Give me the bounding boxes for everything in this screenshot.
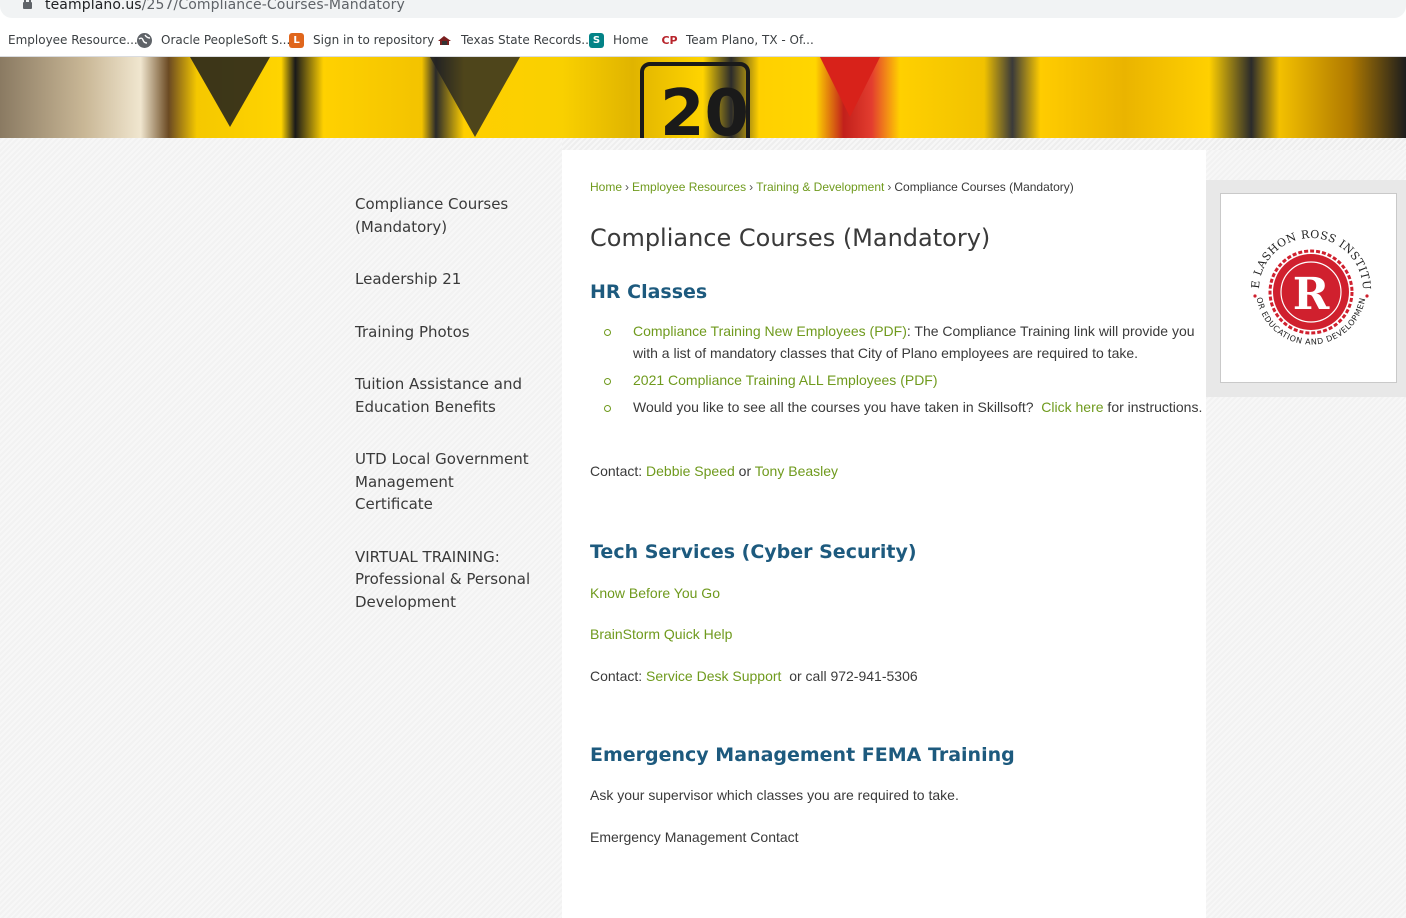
sidebar-item-training-photos[interactable]: Training Photos [355, 321, 555, 344]
hr-classes-list: Compliance Training New Employees (PDF):… [604, 320, 1204, 423]
header-banner-image: 20 [0, 57, 1406, 138]
bookmark-label: Employee Resource... [8, 33, 138, 47]
globe-icon [137, 32, 152, 48]
road-sign-shape [190, 57, 270, 127]
bookmark-label: Sign in to repository [313, 33, 435, 47]
brainstorm-row: BrainStorm Quick Help [590, 623, 732, 645]
bookmarks-bar: Employee Resource... Oracle PeopleSoft S… [0, 24, 1406, 57]
sidebar-item-compliance-courses[interactable]: Compliance Courses (Mandatory) [355, 193, 525, 238]
url-text[interactable]: teamplano.us/257/Compliance-Courses-Mand… [45, 0, 405, 13]
section-heading-hr-classes: HR Classes [590, 281, 708, 303]
contact-tony-beasley-link[interactable]: Tony Beasley [755, 463, 838, 479]
speed-limit-number: 20 [660, 77, 750, 138]
seal-letter: R [1293, 269, 1330, 320]
breadcrumb-training-link[interactable]: Training & Development [756, 180, 884, 194]
breadcrumb: Home › Employee Resources › Training & Devel… [590, 180, 1074, 194]
bookmark-label: Oracle PeopleSoft S... [161, 33, 291, 47]
bookmark-label: Team Plano, TX - Of... [686, 33, 814, 47]
list-item: Would you like to see all the courses yo… [604, 396, 1204, 418]
bookmark-home[interactable]: S Home [589, 30, 648, 50]
sidebar-item-utd-certificate[interactable]: UTD Local Government Management Certific… [355, 448, 535, 516]
main-content: Home › Employee Resources › Training & Devel… [562, 150, 1206, 918]
page-body: Compliance Courses (Mandatory) Leadershi… [0, 138, 1406, 918]
section-heading-fema: Emergency Management FEMA Training [590, 744, 1015, 766]
page-title: Compliance Courses (Mandatory) [590, 224, 991, 252]
road-sign-shape [430, 57, 520, 137]
sidebar-item-leadership-21[interactable]: Leadership 21 [355, 268, 555, 291]
yield-sign-shape [820, 57, 880, 117]
cp-logo-icon: CP [661, 33, 678, 47]
know-before-you-go-link[interactable]: Know Before You Go [590, 585, 720, 601]
emergency-management-contact: Emergency Management Contact [590, 829, 799, 845]
divider-strip [562, 138, 1406, 150]
bookmark-oracle-peoplesoft[interactable]: Oracle PeopleSoft S... [137, 30, 290, 50]
tech-contact-line: Contact: Service Desk Support or call 97… [590, 668, 918, 684]
hr-contact-line: Contact: Debbie Speed or Tony Beasley [590, 463, 839, 479]
brainstorm-quick-help-link[interactable]: BrainStorm Quick Help [590, 626, 732, 642]
breadcrumb-employee-resources-link[interactable]: Employee Resources [632, 180, 746, 194]
compliance-all-employees-pdf-link[interactable]: 2021 Compliance Training ALL Employees (… [633, 372, 938, 388]
breadcrumb-home-link[interactable]: Home [590, 180, 622, 194]
seal-icon: R THE LASHON ROSS INSTITUTE FOR EDUCATIO… [1241, 212, 1373, 347]
section-heading-tech-services: Tech Services (Cyber Security) [590, 541, 917, 563]
bookmark-label: Texas State Records... [461, 33, 593, 47]
list-item: Compliance Training New Employees (PDF):… [604, 320, 1204, 364]
bookmark-employee-resources[interactable]: Employee Resource... [8, 30, 138, 50]
sharepoint-icon: S [589, 32, 604, 48]
bookmark-sign-in-repository[interactable]: L Sign in to repository [289, 30, 434, 50]
address-bar[interactable]: teamplano.us/257/Compliance-Courses-Mand… [0, 0, 1406, 22]
right-sidebar: R THE LASHON ROSS INSTITUTE FOR EDUCATIO… [1206, 180, 1406, 397]
list-item: 2021 Compliance Training ALL Employees (… [604, 369, 1204, 391]
bookmark-team-plano[interactable]: CP Team Plano, TX - Of... [661, 30, 814, 50]
fema-text: Ask your supervisor which classes you ar… [590, 787, 959, 803]
know-before-you-go-row: Know Before You Go [590, 582, 720, 604]
contact-debbie-speed-link[interactable]: Debbie Speed [646, 463, 735, 479]
breadcrumb-current: Compliance Courses (Mandatory) [894, 180, 1074, 194]
sidebar-item-virtual-training[interactable]: VIRTUAL TRAINING: Professional & Persona… [355, 546, 545, 614]
compliance-new-employees-pdf-link[interactable]: Compliance Training New Employees (PDF) [633, 323, 907, 339]
texas-records-icon [437, 33, 452, 48]
lock-icon[interactable] [23, 0, 32, 9]
sidebar-item-tuition-assistance[interactable]: Tuition Assistance and Education Benefit… [355, 373, 535, 418]
click-here-link[interactable]: Click here [1041, 399, 1103, 415]
service-desk-support-link[interactable]: Service Desk Support [646, 668, 781, 684]
lashon-ross-institute-logo[interactable]: R THE LASHON ROSS INSTITUTE FOR EDUCATIO… [1220, 193, 1397, 383]
bookmark-label: Home [613, 33, 649, 47]
l-logo-icon: L [289, 32, 304, 48]
sidebar-nav: Compliance Courses (Mandatory) Leadershi… [355, 193, 555, 643]
bookmark-texas-state-records[interactable]: Texas State Records... [437, 30, 593, 50]
